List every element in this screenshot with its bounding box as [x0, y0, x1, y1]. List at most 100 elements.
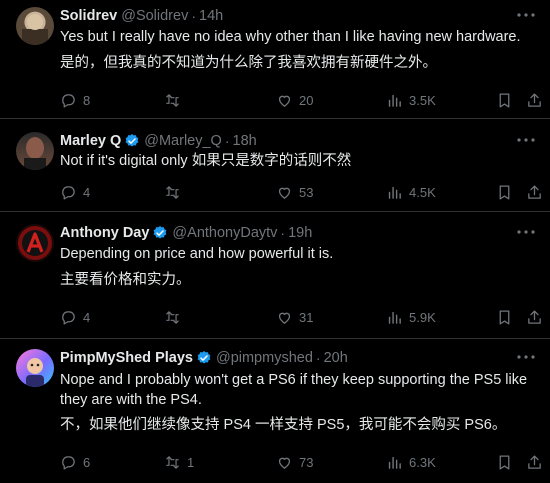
- reply-count: 4: [83, 309, 91, 325]
- separator-dot: ·: [191, 8, 196, 24]
- tweet-text-en: Depending on price and how powerful it i…: [60, 246, 334, 262]
- separator-dot: ·: [315, 350, 321, 366]
- avatar[interactable]: [16, 7, 54, 45]
- action-bar: 8 20 3.5K: [60, 90, 541, 110]
- like-button[interactable]: 20: [276, 90, 313, 110]
- avatar[interactable]: [16, 224, 54, 262]
- verified-badge-icon: [125, 134, 139, 147]
- bookmark-button[interactable]: [496, 452, 519, 472]
- views-icon: [388, 311, 401, 324]
- views-count: 5.9K: [409, 309, 436, 325]
- share-icon: [528, 184, 541, 199]
- avatar-cartoon: [26, 358, 44, 387]
- views-button[interactable]: 6.3K: [386, 452, 436, 472]
- like-button[interactable]: 31: [276, 307, 313, 327]
- more-icon[interactable]: [516, 6, 536, 24]
- like-icon: [278, 95, 291, 107]
- share-button[interactable]: [526, 452, 549, 472]
- user-handle[interactable]: @Solidrev: [121, 8, 188, 24]
- avatar[interactable]: [16, 132, 54, 170]
- more-icon[interactable]: [516, 131, 536, 149]
- share-icon: [528, 309, 541, 324]
- user-handle[interactable]: @Marley_Q: [144, 133, 222, 149]
- tweet-anthony-day[interactable]: Anthony Day @AnthonyDaytv · 19h Dependin…: [0, 213, 550, 339]
- views-button[interactable]: 4.5K: [386, 182, 436, 202]
- views-count: 6.3K: [409, 454, 436, 470]
- retweet-button[interactable]: [164, 182, 187, 202]
- retweet-icon: [166, 310, 179, 324]
- tweet-solidrev[interactable]: Solidrev @Solidrev · 14h Yes but I reall…: [0, 0, 550, 119]
- user-handle[interactable]: @AnthonyDaytv: [172, 225, 277, 241]
- timestamp[interactable]: 20h: [324, 350, 348, 366]
- retweet-icon: [166, 93, 179, 107]
- bookmark-button[interactable]: [496, 90, 519, 110]
- avatar-photo: [24, 137, 46, 170]
- views-button[interactable]: 5.9K: [386, 307, 436, 327]
- tweet-text: Not if it's digital only 如果只是数字的话则不然: [60, 153, 352, 169]
- timestamp[interactable]: 19h: [288, 225, 312, 241]
- bookmark-button[interactable]: [496, 182, 519, 202]
- user-handle[interactable]: @pimpmyshed: [216, 350, 313, 366]
- reply-icon: [62, 455, 75, 470]
- reply-button[interactable]: 4: [60, 182, 90, 202]
- bookmark-icon: [499, 454, 510, 470]
- views-count: 4.5K: [409, 184, 436, 200]
- retweet-button[interactable]: 1: [164, 452, 194, 472]
- views-icon: [388, 186, 401, 199]
- display-name[interactable]: PimpMyShed Plays: [60, 350, 193, 366]
- separator-dot: ·: [224, 133, 230, 149]
- bookmark-button[interactable]: [496, 307, 519, 327]
- action-bar: 6 1 73 6.3K: [60, 452, 541, 472]
- timestamp[interactable]: 18h: [233, 133, 257, 149]
- tweet-text-en-cont: they are with the PS4.: [60, 392, 202, 408]
- bookmark-icon: [499, 309, 510, 325]
- bookmark-icon: [499, 92, 510, 108]
- retweet-button[interactable]: [164, 90, 187, 110]
- like-count: 53: [299, 184, 314, 200]
- verified-badge-icon: [197, 351, 211, 364]
- tweet-header: Anthony Day @AnthonyDaytv · 19h: [60, 223, 510, 243]
- reply-count: 4: [83, 184, 91, 200]
- tweet-text-zh: 不，如果他们继续像支持 PS4 一样支持 PS5，我可能不会购买 PS6。: [60, 417, 507, 433]
- verified-badge-icon: [154, 226, 167, 239]
- reply-button[interactable]: 4: [60, 307, 90, 327]
- tweet-pimpmyshed[interactable]: PimpMyShed Plays @pimpmyshed · 20h Nope …: [0, 340, 550, 483]
- retweet-count: 1: [187, 454, 195, 470]
- like-count: 20: [299, 92, 314, 108]
- like-button[interactable]: 73: [276, 452, 313, 472]
- share-button[interactable]: [526, 307, 549, 327]
- like-icon: [278, 187, 291, 199]
- views-icon: [388, 456, 401, 469]
- retweet-icon: [166, 185, 179, 199]
- views-icon: [388, 94, 401, 107]
- more-icon[interactable]: [516, 348, 536, 366]
- share-icon: [528, 92, 541, 107]
- display-name[interactable]: Marley Q: [60, 133, 121, 149]
- share-icon: [528, 454, 541, 469]
- views-button[interactable]: 3.5K: [386, 90, 436, 110]
- bookmark-icon: [499, 184, 510, 200]
- avatar-photo: [22, 14, 48, 45]
- action-bar: 4 31 5.9K: [60, 307, 541, 327]
- display-name[interactable]: Anthony Day: [60, 225, 149, 241]
- share-button[interactable]: [526, 182, 549, 202]
- like-count: 31: [299, 309, 314, 325]
- more-icon[interactable]: [516, 223, 536, 241]
- tweet-text-en: Yes but I really have no idea why other …: [60, 29, 521, 45]
- tweet-marley-q[interactable]: Marley Q @Marley_Q · 18h Not if it's dig…: [0, 120, 550, 212]
- like-count: 73: [299, 454, 314, 470]
- timestamp[interactable]: 14h: [199, 8, 223, 24]
- tweet-header: Marley Q @Marley_Q · 18h: [60, 131, 510, 151]
- tweet-header: PimpMyShed Plays @pimpmyshed · 20h: [60, 348, 510, 368]
- retweet-button[interactable]: [164, 307, 187, 327]
- reply-icon: [62, 185, 75, 200]
- display-name[interactable]: Solidrev: [60, 8, 117, 24]
- tweet-text-en: Nope and I probably won't get a PS6 if t…: [60, 372, 528, 388]
- share-button[interactable]: [526, 90, 549, 110]
- tweet-header: Solidrev @Solidrev · 14h: [60, 6, 510, 26]
- avatar[interactable]: [16, 349, 54, 387]
- like-button[interactable]: 53: [276, 182, 313, 202]
- retweet-icon: [166, 455, 179, 469]
- reply-button[interactable]: 6: [60, 452, 90, 472]
- reply-button[interactable]: 8: [60, 90, 90, 110]
